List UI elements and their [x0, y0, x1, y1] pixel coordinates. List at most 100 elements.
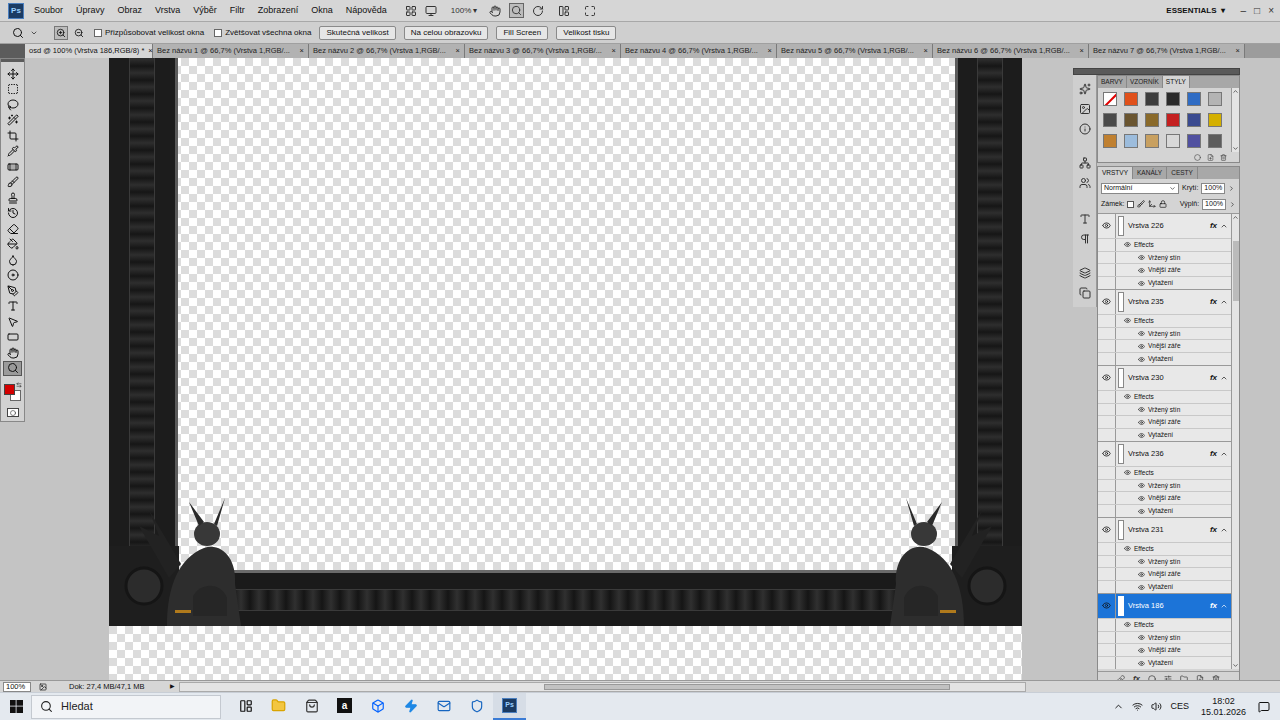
layer-row[interactable]: Vrstva 231fx	[1098, 518, 1231, 542]
clone-source-icon[interactable]	[1079, 287, 1091, 299]
tool-button[interactable]	[3, 97, 22, 113]
effect-row[interactable]: Vržený stín	[1098, 327, 1231, 340]
fill-field[interactable]: 100%	[1202, 199, 1226, 210]
tool-button[interactable]	[3, 206, 22, 222]
menu-item[interactable]: Úpravy	[76, 4, 105, 18]
tool-button[interactable]	[3, 128, 22, 144]
new-style-icon[interactable]	[1207, 154, 1214, 161]
style-swatch[interactable]	[1187, 113, 1201, 127]
lock-pixels-icon[interactable]	[1137, 200, 1145, 208]
effect-row[interactable]: Vržený stín	[1098, 479, 1231, 492]
comps-icon[interactable]	[1079, 177, 1091, 189]
tab-close[interactable]: ×	[1236, 45, 1240, 56]
effects-visibility-icon[interactable]	[1124, 393, 1131, 400]
zoom-in-icon[interactable]	[56, 28, 66, 38]
status-zoom[interactable]: 100%	[3, 682, 31, 692]
tool-button[interactable]	[3, 283, 22, 299]
info-icon[interactable]	[1079, 123, 1091, 135]
windows-start-icon[interactable]	[10, 700, 23, 713]
horizontal-scrollbar[interactable]	[179, 682, 1026, 692]
tool-button[interactable]	[3, 159, 22, 175]
menu-item[interactable]: Okna	[311, 4, 333, 18]
menu-item[interactable]: Nápověda	[346, 4, 387, 18]
panel-tab[interactable]: VRSTVY	[1098, 167, 1133, 179]
tool-preset-icon[interactable]	[12, 27, 24, 39]
menu-item[interactable]: Soubor	[34, 4, 63, 18]
tool-button[interactable]	[3, 299, 22, 315]
style-swatch[interactable]	[1145, 92, 1159, 106]
tool-button[interactable]	[3, 252, 22, 268]
taskbar-app[interactable]	[295, 693, 328, 720]
effect-visibility-icon[interactable]	[1138, 280, 1145, 287]
effect-row[interactable]: Vržený stín	[1098, 251, 1231, 264]
effect-visibility-icon[interactable]	[1138, 432, 1145, 439]
histogram-icon[interactable]	[1079, 103, 1091, 115]
menu-item[interactable]: Obraz	[118, 4, 143, 18]
effect-row[interactable]: Vytažení	[1098, 428, 1231, 441]
zoom-out-icon[interactable]	[74, 28, 84, 38]
style-swatch[interactable]	[1166, 113, 1180, 127]
effect-visibility-icon[interactable]	[1138, 584, 1145, 591]
scroll-up-icon[interactable]	[1232, 214, 1239, 221]
tab-close[interactable]: ×	[300, 45, 304, 56]
tab-close[interactable]: ×	[1080, 45, 1084, 56]
tool-button[interactable]	[3, 361, 22, 377]
style-swatch[interactable]	[1166, 134, 1180, 148]
effect-row[interactable]: Vytažení	[1098, 656, 1231, 669]
visibility-icon[interactable]	[1102, 373, 1111, 382]
taskbar-app[interactable]	[394, 693, 427, 720]
effect-row[interactable]: Vytažení	[1098, 580, 1231, 593]
tool-button[interactable]	[3, 175, 22, 191]
document-tab[interactable]: Bez názvu 3 @ 66,7% (Vrstva 1,RGB/...×	[465, 44, 621, 58]
foreground-color[interactable]	[4, 384, 15, 395]
bridge-icon[interactable]	[405, 5, 417, 17]
style-swatch[interactable]	[1187, 92, 1201, 106]
effect-row[interactable]: Vytažení	[1098, 276, 1231, 289]
effect-row[interactable]: Vnější záře	[1098, 491, 1231, 504]
paragraph-icon[interactable]	[1079, 233, 1091, 245]
tool-button[interactable]	[3, 113, 22, 129]
lock-transparency[interactable]	[1127, 201, 1134, 208]
fill-slider-icon[interactable]	[1229, 201, 1236, 208]
clear-style-icon[interactable]	[1194, 154, 1201, 161]
effect-visibility-icon[interactable]	[1138, 356, 1145, 363]
effect-visibility-icon[interactable]	[1138, 419, 1145, 426]
visibility-icon[interactable]	[1102, 601, 1111, 610]
window-control[interactable]: ×	[1268, 3, 1274, 18]
effect-visibility-icon[interactable]	[1138, 343, 1145, 350]
lock-all-icon[interactable]	[1159, 200, 1167, 208]
panel-tab[interactable]: STYLY	[1163, 76, 1190, 88]
effects-toggle-icon[interactable]	[1220, 222, 1228, 230]
preset-dropdown-icon[interactable]	[30, 29, 38, 37]
taskbar-app[interactable]	[427, 693, 460, 720]
tab-close[interactable]: ×	[612, 45, 616, 56]
tool-button[interactable]	[3, 144, 22, 160]
layer[interactable]: Vrstva 236fxEffectsVržený stínVnější zář…	[1098, 442, 1231, 518]
panel-tab[interactable]: VZORNÍK	[1127, 76, 1163, 88]
effect-visibility-icon[interactable]	[1138, 482, 1145, 489]
character-icon[interactable]	[1079, 213, 1091, 225]
style-swatch[interactable]	[1124, 113, 1138, 127]
effects-toggle-icon[interactable]	[1220, 526, 1228, 534]
visibility-icon[interactable]	[1102, 297, 1111, 306]
layer[interactable]: Vrstva 226fxEffectsVržený stínVnější zář…	[1098, 214, 1231, 290]
zoom-icon[interactable]	[511, 5, 522, 16]
menu-item[interactable]: Vrstva	[155, 4, 180, 18]
layer-row[interactable]: Vrstva 230fx	[1098, 366, 1231, 390]
document-tab[interactable]: Bez názvu 4 @ 66,7% (Vrstva 1,RGB/...×	[621, 44, 777, 58]
layer-row[interactable]: Vrstva 235fx	[1098, 290, 1231, 314]
style-swatch[interactable]	[1145, 134, 1159, 148]
panel-tab[interactable]: KANÁLY	[1133, 167, 1167, 179]
navigator-icon[interactable]	[1079, 83, 1091, 95]
option-button[interactable]: Na celou obrazovku	[404, 26, 489, 40]
menu-item[interactable]: Výběr	[193, 4, 217, 18]
clock[interactable]: 18:0215.01.2026	[1197, 696, 1250, 718]
scroll-down-icon[interactable]	[1232, 145, 1239, 152]
tool-button[interactable]	[3, 82, 22, 98]
style-swatch[interactable]	[1208, 92, 1222, 106]
document-tab[interactable]: Bez názvu 6 @ 66,7% (Vrstva 1,RGB/...×	[933, 44, 1089, 58]
delete-style-icon[interactable]	[1220, 154, 1227, 161]
effects-visibility-icon[interactable]	[1124, 317, 1131, 324]
effect-visibility-icon[interactable]	[1138, 406, 1145, 413]
blend-mode-select[interactable]: Normální	[1101, 183, 1179, 194]
